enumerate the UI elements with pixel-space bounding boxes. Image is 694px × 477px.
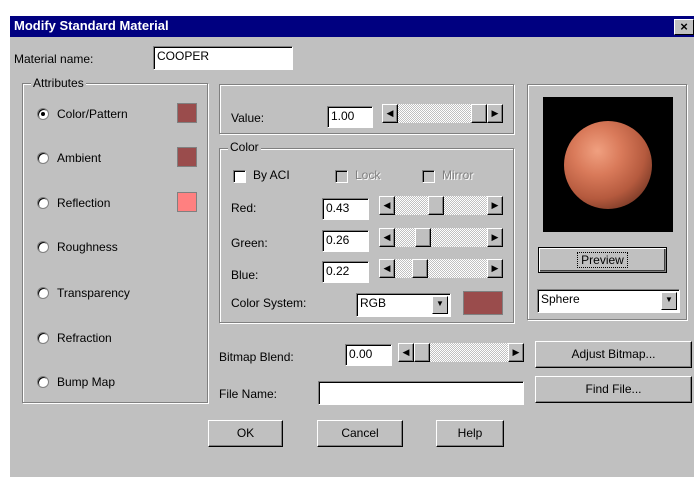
file-name-label: File Name: xyxy=(219,387,278,401)
by-aci-label[interactable]: By ACI xyxy=(253,168,290,182)
radio-transparency[interactable] xyxy=(37,287,49,299)
blue-label: Blue: xyxy=(231,268,259,282)
attribute-label-color-pattern[interactable]: Color/Pattern xyxy=(57,107,128,121)
ambient-swatch[interactable] xyxy=(177,147,197,167)
radio-roughness[interactable] xyxy=(37,241,49,253)
red-slider[interactable]: ◀ ▶ xyxy=(379,196,503,215)
dropdown-arrow-icon[interactable]: ▼ xyxy=(432,296,448,314)
blue-slider-thumb[interactable] xyxy=(412,259,428,278)
radio-refraction[interactable] xyxy=(37,332,49,344)
preview-shape-value: Sphere xyxy=(541,292,580,306)
mirror-checkbox[interactable] xyxy=(422,170,435,183)
scroll-left-icon[interactable]: ◀ xyxy=(379,259,395,278)
scroll-right-icon[interactable]: ▶ xyxy=(487,104,503,123)
scroll-right-icon[interactable]: ▶ xyxy=(508,343,524,362)
sphere-preview xyxy=(564,121,652,209)
ok-button[interactable]: OK xyxy=(208,420,283,447)
cancel-button[interactable]: Cancel xyxy=(317,420,403,447)
scroll-right-icon[interactable]: ▶ xyxy=(487,259,503,278)
material-name-label: Material name: xyxy=(14,52,94,66)
file-name-input[interactable] xyxy=(318,381,524,405)
color-swatch[interactable] xyxy=(463,291,503,315)
value-slider[interactable]: ◀ ▶ xyxy=(382,104,503,123)
scroll-left-icon[interactable]: ◀ xyxy=(382,104,398,123)
dropdown-arrow-icon[interactable]: ▼ xyxy=(661,292,677,310)
bitmap-blend-slider-thumb[interactable] xyxy=(414,343,430,362)
red-input[interactable]: 0.43 xyxy=(322,198,369,220)
red-slider-thumb[interactable] xyxy=(428,196,444,215)
lock-checkbox[interactable] xyxy=(335,170,348,183)
attribute-label-roughness[interactable]: Roughness xyxy=(57,240,118,254)
radio-color-pattern[interactable] xyxy=(37,108,49,120)
scroll-left-icon[interactable]: ◀ xyxy=(398,343,414,362)
lock-label: Lock xyxy=(355,168,381,182)
radio-reflection[interactable] xyxy=(37,197,49,209)
radio-ambient[interactable] xyxy=(37,152,49,164)
green-slider-thumb[interactable] xyxy=(415,228,431,247)
color-system-select[interactable]: RGB ▼ xyxy=(356,293,451,317)
preview-button[interactable]: Preview xyxy=(538,247,667,273)
blue-input[interactable]: 0.22 xyxy=(322,261,369,283)
reflection-swatch[interactable] xyxy=(177,192,197,212)
scroll-right-icon[interactable]: ▶ xyxy=(487,228,503,247)
attribute-label-refraction[interactable]: Refraction xyxy=(57,331,112,345)
window-title: Modify Standard Material xyxy=(14,18,169,33)
attribute-label-reflection[interactable]: Reflection xyxy=(57,196,110,210)
close-button[interactable]: × xyxy=(674,19,694,35)
attributes-legend: Attributes xyxy=(31,76,86,90)
color-system-label: Color System: xyxy=(231,296,307,310)
scroll-left-icon[interactable]: ◀ xyxy=(379,196,395,215)
attribute-label-transparency[interactable]: Transparency xyxy=(57,286,130,300)
red-label: Red: xyxy=(231,201,257,215)
attribute-label-bump-map[interactable]: Bump Map xyxy=(57,375,115,389)
bitmap-blend-slider[interactable]: ◀ ▶ xyxy=(398,343,524,362)
bitmap-blend-label: Bitmap Blend: xyxy=(219,350,294,364)
color-system-value: RGB xyxy=(360,296,387,310)
value-label: Value: xyxy=(231,111,265,125)
mirror-label: Mirror xyxy=(442,168,474,182)
bitmap-blend-input[interactable]: 0.00 xyxy=(345,344,392,366)
adjust-bitmap-button[interactable]: Adjust Bitmap... xyxy=(535,341,692,368)
green-input[interactable]: 0.26 xyxy=(322,230,369,252)
scroll-left-icon[interactable]: ◀ xyxy=(379,228,395,247)
color-legend: Color xyxy=(228,140,261,154)
green-label: Green: xyxy=(231,236,268,250)
scroll-right-icon[interactable]: ▶ xyxy=(487,196,503,215)
color-pattern-swatch[interactable] xyxy=(177,103,197,123)
green-slider[interactable]: ◀ ▶ xyxy=(379,228,503,247)
preview-button-label: Preview xyxy=(577,252,628,268)
help-button[interactable]: Help xyxy=(436,420,504,447)
preview-image xyxy=(543,97,673,232)
blue-slider[interactable]: ◀ ▶ xyxy=(379,259,503,278)
find-file-button[interactable]: Find File... xyxy=(535,376,692,403)
preview-shape-select[interactable]: Sphere ▼ xyxy=(537,289,680,313)
radio-bump-map[interactable] xyxy=(37,376,49,388)
by-aci-checkbox[interactable] xyxy=(233,170,246,183)
value-input[interactable]: 1.00 xyxy=(327,106,373,128)
material-name-input[interactable]: COOPER xyxy=(153,46,293,70)
value-slider-thumb[interactable] xyxy=(471,104,487,123)
attribute-label-ambient[interactable]: Ambient xyxy=(57,151,101,165)
